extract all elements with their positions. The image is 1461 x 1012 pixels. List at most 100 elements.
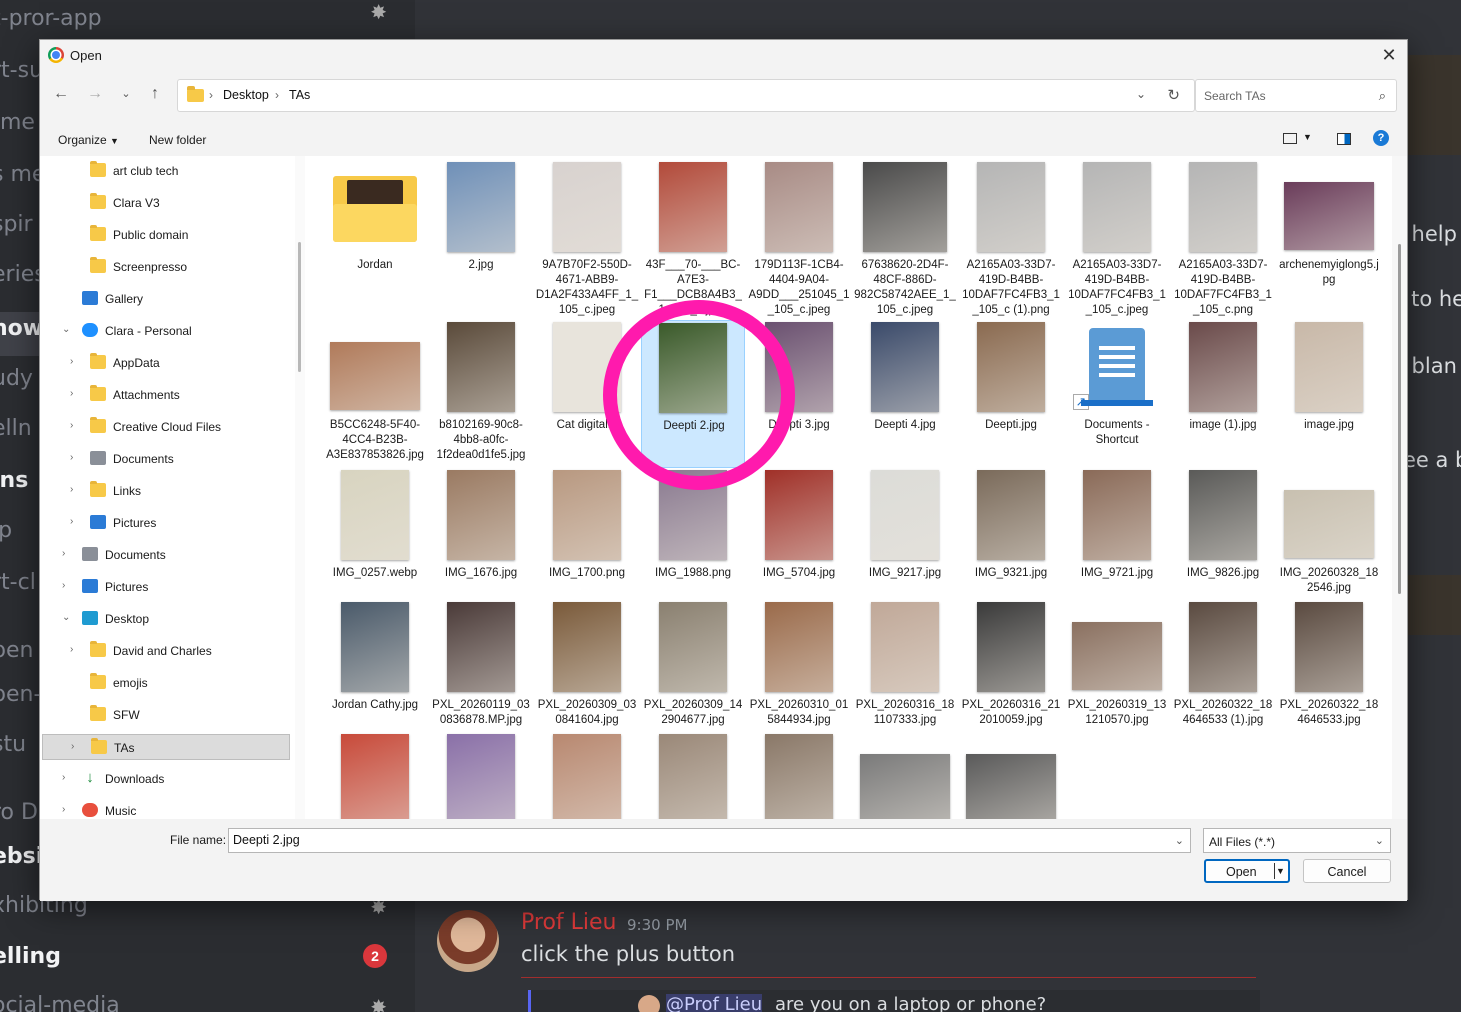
nav-item-art-club-tech[interactable]: art club tech [42,158,290,184]
file-tile[interactable]: PXL_20260316_212010059.jpg [959,600,1063,732]
scrollbar-thumb[interactable] [1398,244,1401,594]
channel-item[interactable]: ro D [0,800,38,825]
file-tile[interactable]: Jordan Cathy.jpg [323,600,427,732]
nav-item-downloads[interactable]: › ↓ Downloads [42,766,290,792]
nav-item-clara-v3[interactable]: Clara V3 [42,190,290,216]
open-split-chevron-icon[interactable]: ▼ [1274,863,1286,879]
file-tile[interactable]: PXL_20260309_142904677.jpg [641,600,745,732]
search-input[interactable]: Search TAs [1204,89,1266,103]
channel-item[interactable]: udy [0,366,33,391]
search-icon[interactable]: ⌕ [1379,88,1386,104]
nav-item-attachments[interactable]: › Attachments [42,382,290,408]
channel-item[interactable]: t-pror-app [0,6,102,31]
file-tile[interactable]: PXL_20260119_030836878.MP.jpg [429,600,533,732]
file-tile[interactable]: PXL_20260322_184646533.jpg [1277,600,1381,732]
new-folder-button[interactable]: New folder [149,133,206,147]
file-tile[interactable] [959,732,1063,819]
avatar[interactable] [437,910,499,972]
chevron-right-icon[interactable]: › [70,420,73,431]
channel-item[interactable]: pen- [0,682,41,707]
open-button[interactable]: Open ▼ [1204,859,1290,883]
file-tile[interactable]: PXL_20260316_181107333.jpg [853,600,957,732]
file-tile[interactable]: A2165A03-33D7-419D-B4BB-10DAF7FC4FB3_1_1… [1065,160,1169,322]
forward-arrow-icon[interactable]: → [84,83,106,105]
message-author[interactable]: Prof Lieu [521,910,617,935]
file-type-select[interactable]: All Files (*.*) ⌄ [1203,828,1391,853]
channel-item[interactable]: spir [0,212,33,237]
chevron-down-icon[interactable]: ⌄ [1136,87,1146,101]
file-tile[interactable]: archenemyiglong5.jpg [1277,160,1381,322]
file-tile[interactable]: PXL_20260309_030841604.jpg [535,600,639,732]
up-arrow-icon[interactable]: ↑ [144,83,166,105]
organize-button[interactable]: Organize ▼ [58,133,119,147]
nav-item-documents[interactable]: › Documents [42,542,290,568]
channel-item[interactable]: rt-cl [0,570,36,595]
file-tile[interactable] [641,732,745,819]
chevron-right-icon[interactable]: › [62,804,65,815]
file-tile[interactable]: image.jpg [1277,320,1381,468]
file-tile[interactable]: A2165A03-33D7-419D-B4BB-10DAF7FC4FB3_1_1… [959,160,1063,322]
channel-item[interactable]: ins [0,468,28,493]
file-tile[interactable]: Deepti 2.jpg [641,320,745,468]
nav-item-pictures[interactable]: › Pictures [42,510,290,536]
channel-item[interactable]: elling [0,944,61,969]
gear-icon[interactable]: ✸ [370,0,387,25]
file-tile[interactable]: IMG_1700.png [535,468,639,600]
file-tile[interactable]: 179D113F-1CB4-4404-9A04-A9DD___251045_1_… [747,160,851,322]
nav-item-emojis[interactable]: emojis [42,670,290,696]
file-tile[interactable]: IMG_1988.png [641,468,745,600]
nav-item-pictures[interactable]: › Pictures [42,574,290,600]
file-tile[interactable] [429,732,533,819]
chevron-right-icon[interactable]: › [71,741,74,752]
nav-item-public-domain[interactable]: Public domain [42,222,290,248]
nav-item-david-and-charles[interactable]: › David and Charles [42,638,290,664]
file-tile[interactable]: IMG_9826.jpg [1171,468,1275,600]
chevron-right-icon[interactable]: › [62,772,65,783]
chevron-right-icon[interactable]: › [70,452,73,463]
channel-item[interactable]: ocial-media [0,993,120,1012]
channel-item[interactable]: stu [0,732,26,757]
file-tile[interactable]: Jordan [323,160,427,322]
nav-item-sfw[interactable]: SFW [42,702,290,728]
file-tile[interactable]: IMG_1676.jpg [429,468,533,600]
breadcrumb-separator-icon[interactable]: › [275,88,279,102]
file-tile[interactable]: IMG_9321.jpg [959,468,1063,600]
file-name-field[interactable]: ⌄ [228,828,1191,853]
nav-item-clara-personal[interactable]: ⌄ Clara - Personal [42,318,290,344]
file-tile[interactable]: image (1).jpg [1171,320,1275,468]
file-view-scrollbar[interactable] [1392,156,1407,819]
file-tile[interactable]: IMG_20260328_182546.jpg [1277,468,1381,600]
file-tile[interactable]: Cat digital... [535,320,639,468]
file-tile[interactable]: PXL_20260319_131210570.jpg [1065,600,1169,732]
chevron-down-icon[interactable]: ⌄ [1175,834,1184,847]
channel-item[interactable]: elln [0,416,32,441]
nav-item-desktop[interactable]: ⌄ Desktop [42,606,290,632]
nav-item-links[interactable]: › Links [42,478,290,504]
channel-item[interactable]: ip [0,518,12,543]
breadcrumb-desktop[interactable]: Desktop [223,88,269,102]
channel-item[interactable]: ebsi [0,844,43,869]
reply-mention[interactable]: @Prof Lieu [666,994,763,1012]
file-tile[interactable]: 43F___70-___BC-A7E3-F1___DCB8A4B3_1_105_… [641,160,745,322]
file-tile[interactable]: 67638620-2D4F-48CF-886D-982C58742AEE_1_1… [853,160,957,322]
nav-item-documents[interactable]: › Documents [42,446,290,472]
nav-item-music[interactable]: › Music [42,798,290,819]
file-name-input[interactable] [233,833,1153,847]
file-tile[interactable] [323,732,427,819]
chevron-right-icon[interactable]: › [70,484,73,495]
cancel-button[interactable]: Cancel [1303,859,1391,883]
scrollbar-thumb[interactable] [298,242,301,372]
channel-item[interactable]: -me [0,110,35,135]
file-tile[interactable] [853,732,957,819]
refresh-icon[interactable]: ↻ [1167,86,1180,104]
file-tile[interactable]: Deepti 3.jpg [747,320,851,468]
address-bar[interactable]: › Desktop › TAs ⌄ ↻ [177,79,1195,112]
nav-pane-scrollbar[interactable] [295,156,305,819]
file-tile[interactable] [535,732,639,819]
nav-item-appdata[interactable]: › AppData [42,350,290,376]
search-box[interactable]: Search TAs ⌕ [1195,79,1397,112]
file-tile[interactable]: IMG_9721.jpg [1065,468,1169,600]
chevron-right-icon[interactable]: › [62,548,65,559]
file-tile[interactable]: b8102169-90c8-4bb8-a0fc-1f2dea0d1fe5.jpg [429,320,533,468]
file-tile[interactable]: B5CC6248-5F40-4CC4-B23B-A3E837853826.jpg [323,320,427,468]
